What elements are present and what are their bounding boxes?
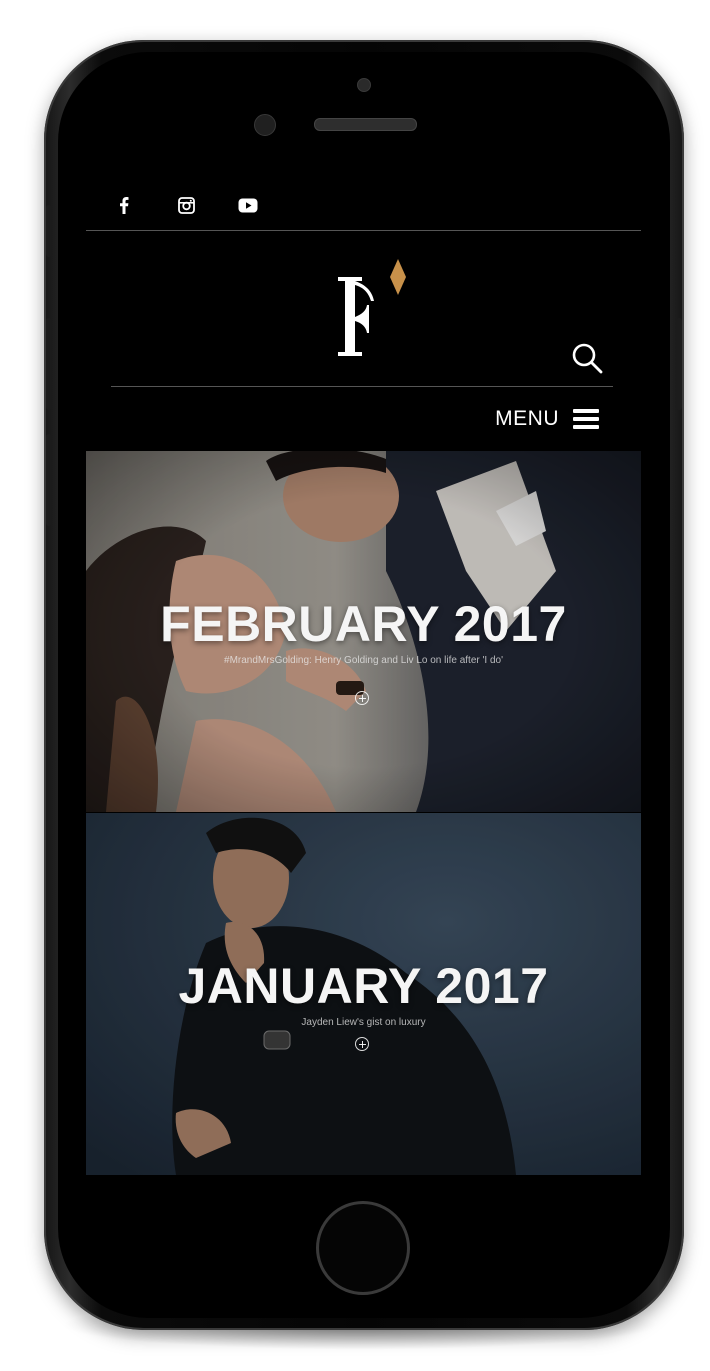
front-camera: [254, 114, 276, 136]
february-text-block: FEBRUARY 2017 #MrandMrsGolding: Henry Go…: [86, 599, 641, 666]
social-bar: [86, 180, 641, 231]
expand-plus-icon[interactable]: [355, 1037, 369, 1051]
power-button: [676, 318, 682, 410]
menu-button[interactable]: MENU: [495, 407, 599, 431]
phone-screen: MENU FEBRUARY 2017 #MrandMrsGolding: Hen…: [86, 180, 641, 1175]
issue-title: JANUARY 2017: [178, 958, 549, 1014]
volume-up-button: [46, 318, 52, 410]
brand-logo[interactable]: [336, 259, 408, 359]
youtube-icon[interactable]: [236, 193, 260, 217]
home-button[interactable]: [316, 1201, 410, 1295]
issue-subtitle: #MrandMrsGolding: Henry Golding and Liv …: [224, 655, 503, 666]
menu-row: MENU: [86, 388, 641, 450]
issue-card-january[interactable]: JANUARY 2017 Jayden Liew's gist on luxur…: [86, 813, 641, 1175]
instagram-icon[interactable]: [174, 193, 198, 217]
january-text-block: JANUARY 2017 Jayden Liew's gist on luxur…: [86, 961, 641, 1028]
proximity-sensor: [357, 78, 371, 92]
issue-subtitle: Jayden Liew's gist on luxury: [301, 1017, 426, 1028]
facebook-icon[interactable]: [112, 193, 136, 217]
site-header: [86, 231, 641, 389]
side-button: [46, 205, 52, 257]
menu-label: MENU: [495, 407, 559, 430]
hamburger-icon: [573, 409, 599, 429]
issue-title: FEBRUARY 2017: [160, 596, 567, 652]
issue-card-february[interactable]: FEBRUARY 2017 #MrandMrsGolding: Henry Go…: [86, 451, 641, 812]
earpiece-speaker: [314, 118, 417, 131]
expand-plus-icon[interactable]: [355, 691, 369, 705]
volume-down-button: [46, 434, 52, 526]
search-icon[interactable]: [570, 341, 604, 375]
header-divider: [111, 386, 613, 387]
